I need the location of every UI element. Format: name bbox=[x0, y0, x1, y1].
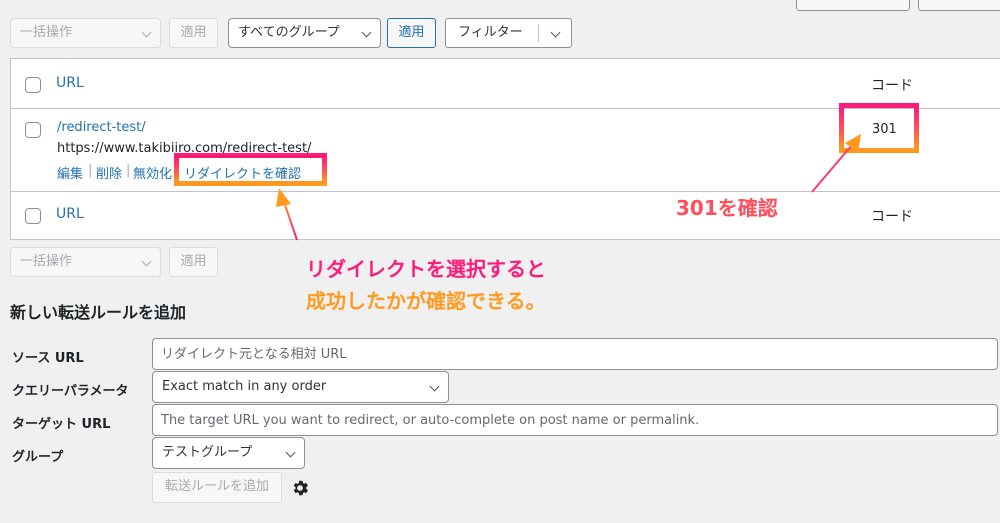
chevron-down-icon bbox=[429, 381, 440, 392]
arrow-to-status-code bbox=[811, 134, 861, 193]
target-url-label: ターゲット URL bbox=[12, 417, 111, 432]
arrow-to-check-link bbox=[276, 188, 298, 241]
annotation-check-note-line2: 成功したかが確認できる。 bbox=[306, 289, 546, 313]
source-url-input[interactable] bbox=[152, 338, 998, 370]
query-params-select[interactable]: Exact match in any order bbox=[152, 371, 449, 403]
chevron-down-icon bbox=[285, 447, 296, 458]
add-rule-title: 新しい転送ルールを追加 bbox=[10, 303, 187, 322]
query-params-value: Exact match in any order bbox=[162, 379, 327, 394]
annotation-check-note-line1: リダイレクトを選択すると bbox=[306, 257, 546, 281]
target-url-input[interactable] bbox=[152, 404, 998, 436]
add-rule-button[interactable]: 転送ルールを追加 bbox=[152, 472, 282, 503]
query-params-label: クエリーパラメータ bbox=[12, 384, 129, 399]
annotation-code-note: 301を確認 bbox=[676, 196, 778, 220]
gear-icon[interactable] bbox=[290, 478, 310, 498]
group-assign-value: テストグループ bbox=[162, 445, 253, 460]
group-assign-select[interactable]: テストグループ bbox=[152, 437, 305, 469]
group-label: グループ bbox=[12, 450, 64, 465]
source-url-label: ソース URL bbox=[12, 351, 84, 366]
